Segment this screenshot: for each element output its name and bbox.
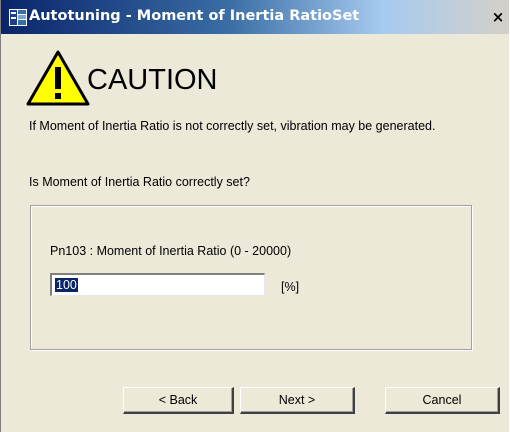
next-button[interactable]: Next >	[240, 387, 355, 414]
back-button[interactable]: < Back	[123, 387, 234, 414]
title-bar[interactable]: Autotuning - Moment of Inertia RatioSet …	[1, 0, 509, 34]
confirmation-question: Is Moment of Inertia Ratio correctly set…	[29, 175, 250, 189]
parameter-label: Pn103 : Moment of Inertia Ratio (0 - 200…	[50, 244, 292, 258]
warning-triangle-icon	[26, 50, 90, 106]
close-icon[interactable]: ×	[489, 8, 507, 26]
window-title: Autotuning - Moment of Inertia RatioSet	[29, 8, 360, 24]
unit-label: [%]	[281, 280, 300, 294]
autotuning-dialog: Autotuning - Moment of Inertia RatioSet …	[0, 0, 509, 432]
cancel-button[interactable]: Cancel	[385, 387, 500, 414]
caution-heading: CAUTION	[87, 64, 218, 96]
app-window-icon	[9, 9, 27, 26]
caution-message: If Moment of Inertia Ratio is not correc…	[29, 119, 436, 133]
inertia-ratio-input[interactable]: 100	[50, 273, 265, 296]
inertia-ratio-value: 100	[55, 278, 78, 292]
